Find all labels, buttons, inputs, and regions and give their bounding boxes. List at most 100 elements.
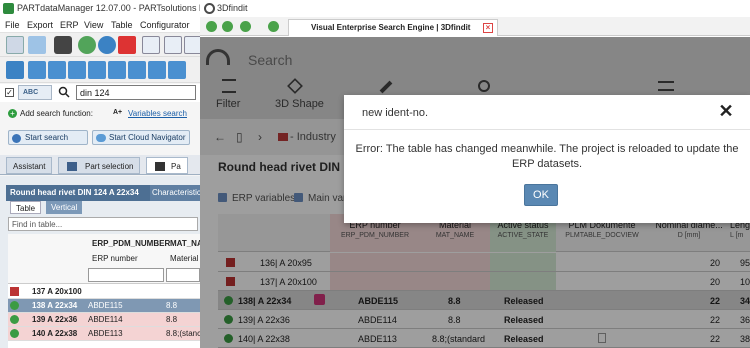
partdatamanager-window: PARTdataManager 12.07.00 - PARTsolutions… <box>0 0 200 348</box>
search-row: ✓ ABC <box>0 84 200 102</box>
bmp-export-icon[interactable] <box>6 36 24 54</box>
error-dialog: new ident-no. ✕ Error: The table has cha… <box>344 95 750 223</box>
start-search-label: Start search <box>25 133 69 142</box>
left-toolbar-1 <box>0 33 200 57</box>
db-export-icon[interactable] <box>168 61 186 79</box>
grid-header-row: ERP_PDM_NUMBER MAT_NA ERP number Materia… <box>8 234 200 284</box>
subtab-table[interactable]: Table <box>10 201 42 214</box>
tab-part[interactable]: Pa <box>146 157 188 174</box>
grid-title: Round head rivet DIN 124 A 22x34 <box>10 188 139 197</box>
menu-view[interactable]: View <box>84 20 103 30</box>
filter-input-mat[interactable] <box>166 268 200 282</box>
row-erp: ABDE114 <box>88 315 123 324</box>
db-sync-icon[interactable] <box>108 61 126 79</box>
add-search-function-row: + Add search function: Variables search … <box>0 106 200 122</box>
start-cloud-navigator-button[interactable]: Start Cloud Navigator <box>92 130 190 145</box>
right-title-bar: 3Dfindit <box>200 0 750 17</box>
tab-part-label: Pa <box>171 162 181 171</box>
close-icon[interactable]: ✕ <box>717 102 735 120</box>
col-subheader-mat: Material <box>170 254 199 263</box>
row-name: 139 A 22x36 <box>32 315 78 324</box>
network-icon[interactable] <box>28 36 46 54</box>
browser-tab-title: Visual Enterprise Search Engine | 3Dfind… <box>311 23 471 32</box>
left-toolbar-2 <box>0 57 200 83</box>
dialog-title: new ident-no. <box>362 107 429 119</box>
tab-assistant[interactable]: Assistant <box>6 157 53 174</box>
find-in-table-input[interactable]: Find in table... <box>8 217 198 231</box>
menu-export[interactable]: Export <box>27 20 53 30</box>
variables-search-link[interactable]: Variables search <box>128 109 187 118</box>
subtab-vertical[interactable]: Vertical <box>46 201 83 214</box>
row-name: 140 A 22x38 <box>32 329 78 338</box>
subtab-vertical-label: Vertical <box>51 203 78 212</box>
search-db-icon[interactable] <box>28 61 46 79</box>
menu-erp[interactable]: ERP <box>60 20 79 30</box>
menu-configurator[interactable]: Configurator <box>140 20 190 30</box>
device-icon[interactable] <box>54 36 72 54</box>
variables-search-icon: A+ <box>113 109 123 116</box>
db-icon[interactable] <box>6 61 24 79</box>
pdf-icon[interactable] <box>118 36 136 54</box>
add-search-function-label: Add search function: <box>20 109 93 118</box>
col-header-erp[interactable]: ERP_PDM_NUMBER <box>92 239 170 248</box>
start-search-icon <box>12 134 21 143</box>
reload-icon[interactable] <box>240 21 251 32</box>
tab-part-selection-label: Part selection <box>85 162 134 171</box>
table-row[interactable]: 137 A 20x100 <box>8 285 200 299</box>
row-mat: 8.8;(stanc <box>166 329 200 338</box>
part-selection-icon <box>67 162 77 171</box>
search-mode-label: ABC <box>23 89 39 96</box>
table-row-selected[interactable]: 138 A 22x34 ABDE115 8.8 <box>8 299 200 313</box>
tab-part-selection[interactable]: Part selection <box>58 157 141 174</box>
db-filter-icon[interactable] <box>128 61 146 79</box>
row-status-icon <box>10 301 19 310</box>
search-icon[interactable] <box>58 86 70 98</box>
dialog-message: Error: The table has changed meanwhile. … <box>355 143 739 170</box>
menu-table[interactable]: Table <box>111 20 133 30</box>
browser-tab[interactable]: Visual Enterprise Search Engine | 3Dfind… <box>288 19 498 36</box>
globe-icon[interactable] <box>98 36 116 54</box>
left-window-title: PARTdataManager 12.07.00 - PARTsolutions… <box>17 3 200 13</box>
tab-strip: Assistant Part selection Pa <box>0 155 200 175</box>
table-row[interactable]: 140 A 22x38 ABDE113 8.8;(stanc <box>8 327 200 341</box>
search-mode-toggle[interactable]: ABC <box>18 85 52 100</box>
abc-icon[interactable] <box>184 36 200 54</box>
home-icon[interactable] <box>268 21 279 32</box>
left-menubar: File Export ERP View Table Configurator <box>0 17 200 33</box>
row-erp: ABDE113 <box>88 329 123 338</box>
db-add-icon[interactable] <box>48 61 66 79</box>
search-input[interactable] <box>76 85 196 100</box>
db-edit-icon[interactable] <box>68 61 86 79</box>
dialog-header: new ident-no. ✕ <box>344 95 750 130</box>
search-checkbox[interactable]: ✓ <box>5 88 14 97</box>
part-icon <box>155 162 165 171</box>
row-status-icon <box>10 315 19 324</box>
row-status-icon <box>10 329 19 338</box>
refresh-icon[interactable] <box>78 36 96 54</box>
row-name: 138 A 22x34 <box>32 301 78 310</box>
tab-assistant-label: Assistant <box>13 162 46 171</box>
filter-input-erp[interactable] <box>88 268 164 282</box>
add-icon[interactable]: + <box>8 109 17 118</box>
din-icon[interactable] <box>164 36 182 54</box>
left-grid-table: ERP_PDM_NUMBER MAT_NA ERP number Materia… <box>8 234 200 348</box>
db-remove-icon[interactable] <box>88 61 106 79</box>
col-subheader-erp: ERP number <box>92 254 138 263</box>
table-row[interactable]: 139 A 22x36 ABDE114 8.8 <box>8 313 200 327</box>
row-mat: 8.8 <box>166 315 178 324</box>
col-header-mat[interactable]: MAT_NA <box>170 239 200 248</box>
right-window-title: 3Dfindit <box>217 3 248 13</box>
subtab-table-label: Table <box>16 204 36 213</box>
start-search-button[interactable]: Start search <box>8 130 88 145</box>
tab-close-icon[interactable]: × <box>483 23 493 33</box>
variables-icon[interactable] <box>142 36 160 54</box>
characteristics-tab[interactable]: Characteristic <box>150 185 200 201</box>
db-star-icon[interactable] <box>148 61 166 79</box>
forward-icon[interactable] <box>222 21 233 32</box>
row-mat: 8.8 <box>166 301 178 310</box>
back-icon[interactable] <box>206 21 217 32</box>
left-title-bar: PARTdataManager 12.07.00 - PARTsolutions… <box>0 0 200 17</box>
menu-file[interactable]: File <box>5 20 20 30</box>
ok-button[interactable]: OK <box>524 184 558 206</box>
browser-tabbar: Visual Enterprise Search Engine | 3Dfind… <box>200 17 750 36</box>
